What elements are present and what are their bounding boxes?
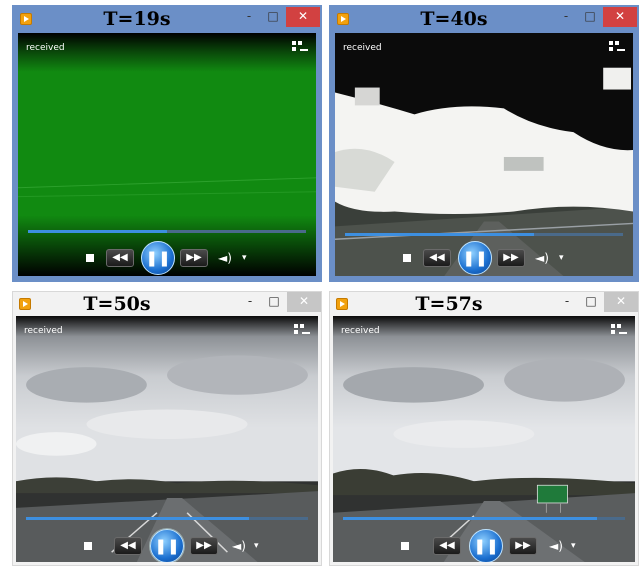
- rewind-button[interactable]: ◀◀: [106, 249, 134, 267]
- window-title: T=50s: [83, 293, 151, 315]
- maximize-button[interactable]: □: [579, 7, 601, 27]
- volume-menu-arrow[interactable]: ▾: [242, 249, 247, 267]
- volume-menu-arrow[interactable]: ▾: [254, 537, 259, 555]
- maximize-button[interactable]: □: [263, 292, 285, 312]
- fast-forward-button[interactable]: ▶▶: [497, 249, 525, 267]
- status-label: received: [26, 43, 65, 53]
- volume-icon[interactable]: ◄): [549, 537, 563, 555]
- title-bar[interactable]: T=40s - □ ✕: [331, 7, 637, 31]
- volume-icon[interactable]: ◄): [232, 537, 246, 555]
- rewind-button[interactable]: ◀◀: [114, 537, 142, 555]
- pause-button[interactable]: ❚❚: [141, 241, 175, 275]
- playback-controls: ◀◀ ❚❚ ▶▶ ◄) ▾: [18, 240, 316, 276]
- video-frame-highway-sign: [333, 316, 635, 562]
- title-bar[interactable]: T=57s - □ ✕: [330, 292, 638, 316]
- video-area[interactable]: received ◀◀ ❚❚ ▶▶ ◄) ▾: [16, 316, 318, 562]
- minimize-button[interactable]: -: [556, 292, 578, 312]
- minimize-button[interactable]: -: [239, 292, 261, 312]
- rewind-button[interactable]: ◀◀: [423, 249, 451, 267]
- window-title: T=40s: [420, 8, 488, 30]
- pause-button[interactable]: ❚❚: [458, 241, 492, 275]
- seek-progress: [28, 230, 167, 233]
- close-button[interactable]: ✕: [286, 7, 320, 27]
- maximize-button[interactable]: □: [580, 292, 602, 312]
- pause-button[interactable]: ❚❚: [149, 528, 185, 562]
- seek-bar[interactable]: [28, 230, 306, 233]
- player-window-3: T=50s - □ ✕ received ◀◀ ❚❚ ▶▶ ◄) ▾: [12, 291, 322, 566]
- stop-button[interactable]: [403, 254, 411, 262]
- video-area[interactable]: received ◀◀ ❚❚ ▶▶ ◄) ▾: [333, 316, 635, 562]
- window-title: T=19s: [103, 8, 171, 30]
- video-frame-highway: [16, 316, 318, 562]
- volume-icon[interactable]: ◄): [218, 249, 232, 267]
- stop-button[interactable]: [86, 254, 94, 262]
- fast-forward-button[interactable]: ▶▶: [180, 249, 208, 267]
- seek-bar[interactable]: [343, 517, 625, 520]
- maximize-button[interactable]: □: [262, 7, 284, 27]
- volume-menu-arrow[interactable]: ▾: [559, 249, 564, 267]
- switch-to-library-icon[interactable]: [609, 41, 625, 55]
- pause-button[interactable]: ❚❚: [469, 529, 503, 562]
- player-window-2: T=40s - □ ✕ received ◀◀ ❚❚ ▶▶ ◄) ▾: [329, 5, 639, 282]
- volume-menu-arrow[interactable]: ▾: [571, 537, 576, 555]
- switch-to-library-icon[interactable]: [611, 324, 627, 338]
- close-button[interactable]: ✕: [604, 292, 638, 312]
- minimize-button[interactable]: -: [555, 7, 577, 27]
- player-window-4: T=57s - □ ✕ received ◀◀ ❚❚ ▶▶ ◄) ▾: [329, 291, 639, 566]
- seek-progress: [345, 233, 535, 236]
- seek-bar[interactable]: [345, 233, 623, 236]
- switch-to-library-icon[interactable]: [292, 41, 308, 55]
- status-label: received: [343, 43, 382, 53]
- status-label: received: [341, 326, 380, 336]
- stop-button[interactable]: [401, 542, 409, 550]
- stop-button[interactable]: [84, 542, 92, 550]
- player-window-1: T=19s - □ ✕ received ◀◀ ❚❚ ▶▶ ◄) ▾: [12, 5, 322, 282]
- video-area[interactable]: received ◀◀ ❚❚ ▶▶ ◄) ▾: [335, 33, 633, 276]
- close-button[interactable]: ✕: [287, 292, 321, 312]
- seek-bar[interactable]: [26, 517, 308, 520]
- seek-progress: [26, 517, 249, 520]
- rewind-button[interactable]: ◀◀: [433, 537, 461, 555]
- title-bar[interactable]: T=19s - □ ✕: [14, 7, 320, 31]
- switch-to-library-icon[interactable]: [294, 324, 310, 338]
- video-area[interactable]: received ◀◀ ❚❚ ▶▶ ◄) ▾: [18, 33, 316, 276]
- close-button[interactable]: ✕: [603, 7, 637, 27]
- seek-progress: [343, 517, 597, 520]
- playback-controls: ◀◀ ❚❚ ▶▶ ◄) ▾: [333, 528, 635, 562]
- minimize-button[interactable]: -: [238, 7, 260, 27]
- fast-forward-button[interactable]: ▶▶: [509, 537, 537, 555]
- status-label: received: [24, 326, 63, 336]
- title-bar[interactable]: T=50s - □ ✕: [13, 292, 321, 316]
- fast-forward-button[interactable]: ▶▶: [190, 537, 218, 555]
- playback-controls: ◀◀ ❚❚ ▶▶ ◄) ▾: [335, 240, 633, 276]
- window-title: T=57s: [415, 293, 483, 315]
- playback-controls: ◀◀ ❚❚ ▶▶ ◄) ▾: [16, 528, 318, 562]
- volume-icon[interactable]: ◄): [535, 249, 549, 267]
